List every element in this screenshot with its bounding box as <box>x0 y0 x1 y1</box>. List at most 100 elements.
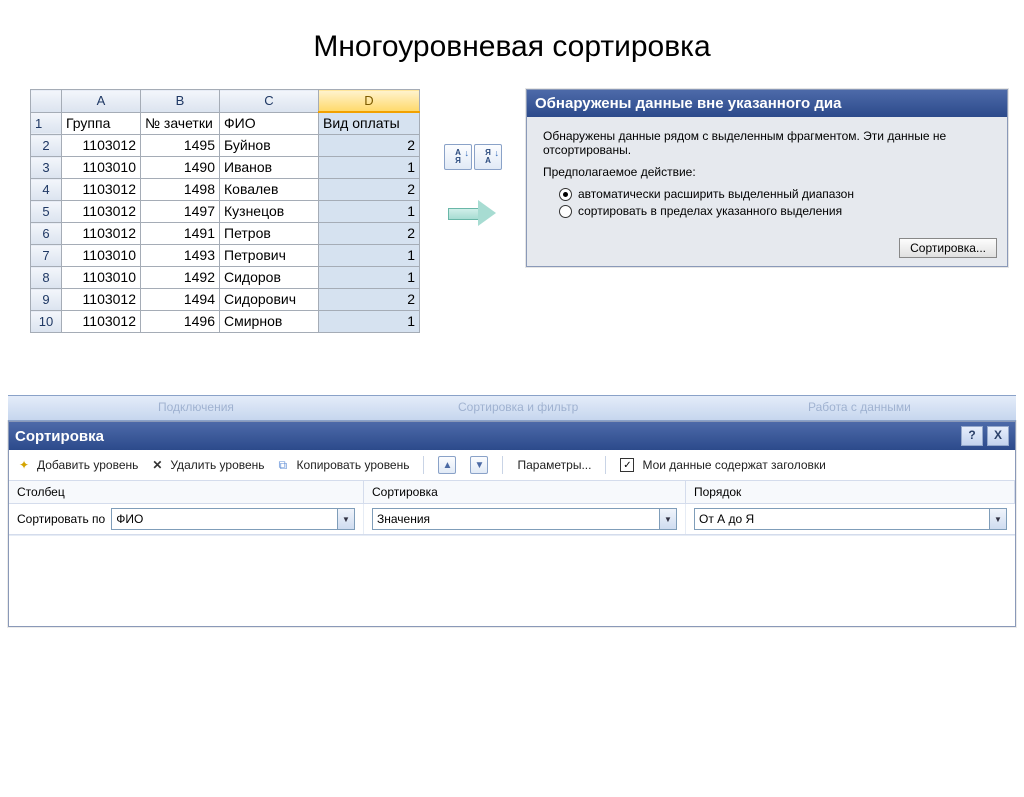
cell[interactable]: 1103010 <box>62 245 141 267</box>
cell[interactable]: Ковалев <box>220 179 319 201</box>
cell[interactable]: 1491 <box>141 223 220 245</box>
cell[interactable]: 1 <box>319 201 420 223</box>
cell[interactable]: 1103010 <box>62 267 141 289</box>
headers-checkbox[interactable]: ✓ Мои данные содержат заголовки <box>620 458 825 472</box>
combo-value: Значения <box>377 512 430 526</box>
cell[interactable]: 1103012 <box>62 223 141 245</box>
chevron-down-icon: ▼ <box>989 509 1006 529</box>
cell[interactable]: 1495 <box>141 135 220 157</box>
tool-label: Добавить уровень <box>37 458 138 472</box>
cell[interactable]: Группа <box>62 112 141 135</box>
sort-order-combo[interactable]: От А до Я ▼ <box>694 508 1007 530</box>
cell[interactable]: 1103012 <box>62 201 141 223</box>
move-down-button[interactable]: ▼ <box>470 456 488 474</box>
radio-within-selection[interactable]: сортировать в пределах указанного выделе… <box>559 204 997 218</box>
cell[interactable]: Буйнов <box>220 135 319 157</box>
radio-label: сортировать в пределах указанного выделе… <box>578 204 842 218</box>
sort-confirm-button[interactable]: Сортировка... <box>899 238 997 258</box>
cell[interactable]: 1493 <box>141 245 220 267</box>
cell[interactable]: Петров <box>220 223 319 245</box>
col-header-b[interactable]: B <box>141 90 220 113</box>
cell[interactable]: № зачетки <box>141 112 220 135</box>
sort-on-combo[interactable]: Значения ▼ <box>372 508 677 530</box>
row-header[interactable]: 4 <box>31 179 62 201</box>
cell[interactable]: 1103012 <box>62 311 141 333</box>
cell[interactable]: 1498 <box>141 179 220 201</box>
checkbox-checked-icon: ✓ <box>620 458 634 472</box>
cell[interactable]: 1 <box>319 267 420 289</box>
cell[interactable]: 2 <box>319 179 420 201</box>
cell[interactable]: 2 <box>319 289 420 311</box>
cell[interactable]: Кузнецов <box>220 201 319 223</box>
row-header[interactable]: 2 <box>31 135 62 157</box>
cell[interactable]: 1 <box>319 311 420 333</box>
col-header-d-selected[interactable]: D <box>319 90 420 113</box>
cell[interactable]: Петрович <box>220 245 319 267</box>
tool-label: Копировать уровень <box>297 458 410 472</box>
chevron-down-icon: ▼ <box>659 509 676 529</box>
cell[interactable]: 1496 <box>141 311 220 333</box>
cell[interactable]: 1 <box>319 157 420 179</box>
copy-level-button[interactable]: ⧉ Копировать уровень <box>279 458 410 472</box>
help-button[interactable]: ? <box>961 426 983 446</box>
ribbon-label: Подключения <box>158 400 234 414</box>
cell[interactable]: ФИО <box>220 112 319 135</box>
radio-label: автоматически расширить выделенный диапа… <box>578 187 854 201</box>
options-button[interactable]: Параметры... <box>517 458 591 472</box>
combo-value: От А до Я <box>699 512 754 526</box>
radio-icon <box>559 188 572 201</box>
delete-level-button[interactable]: ✕ Удалить уровень <box>152 458 264 472</box>
cell[interactable]: 2 <box>319 135 420 157</box>
spreadsheet: A B C D 1 Группа № зачетки ФИО Вид оплат… <box>30 89 420 333</box>
row-header[interactable]: 8 <box>31 267 62 289</box>
cell[interactable]: Сидоров <box>220 267 319 289</box>
cell[interactable]: Смирнов <box>220 311 319 333</box>
row-header[interactable]: 6 <box>31 223 62 245</box>
sort-asc-button[interactable]: АЯ↓ <box>444 144 472 170</box>
cell[interactable]: 1103010 <box>62 157 141 179</box>
radio-auto-expand[interactable]: автоматически расширить выделенный диапа… <box>559 187 997 201</box>
move-up-button[interactable]: ▲ <box>438 456 456 474</box>
checkbox-label: Мои данные содержат заголовки <box>642 458 825 472</box>
sort-dialog-title: Сортировка <box>15 428 104 445</box>
col-header-a[interactable]: A <box>62 90 141 113</box>
page-title: Многоуровневая сортировка <box>0 30 1024 64</box>
cell[interactable]: 2 <box>319 223 420 245</box>
arrow-right-icon <box>448 200 498 226</box>
ribbon-label: Работа с данными <box>808 400 911 414</box>
row-header[interactable]: 10 <box>31 311 62 333</box>
add-level-button[interactable]: ✦ Добавить уровень <box>19 458 138 472</box>
cell[interactable]: 1103012 <box>62 179 141 201</box>
chevron-down-icon: ▼ <box>337 509 354 529</box>
cell[interactable]: 1497 <box>141 201 220 223</box>
sort-dialog: Сортировка ? X ✦ Добавить уровень ✕ Удал… <box>8 421 1016 627</box>
row-header[interactable]: 9 <box>31 289 62 311</box>
sort-by-label: Сортировать по <box>17 512 105 526</box>
sort-desc-button[interactable]: ЯА↓ <box>474 144 502 170</box>
col-header-c[interactable]: C <box>220 90 319 113</box>
cell[interactable]: 1103012 <box>62 135 141 157</box>
tool-label: Удалить уровень <box>170 458 264 472</box>
warning-action-label: Предполагаемое действие: <box>543 165 997 179</box>
cell[interactable]: Вид оплаты <box>319 112 420 135</box>
cell[interactable]: Сидорович <box>220 289 319 311</box>
sort-field-combo[interactable]: ФИО ▼ <box>111 508 355 530</box>
warning-text: Обнаружены данные рядом с выделенным фра… <box>543 129 997 157</box>
corner-cell[interactable] <box>31 90 62 113</box>
add-level-icon: ✦ <box>19 458 33 472</box>
row-header[interactable]: 1 <box>31 112 62 135</box>
cell[interactable]: 1494 <box>141 289 220 311</box>
copy-level-icon: ⧉ <box>279 458 293 472</box>
close-button[interactable]: X <box>987 426 1009 446</box>
cell[interactable]: 1103012 <box>62 289 141 311</box>
cell[interactable]: Иванов <box>220 157 319 179</box>
row-header[interactable]: 7 <box>31 245 62 267</box>
row-header[interactable]: 5 <box>31 201 62 223</box>
cell[interactable]: 1 <box>319 245 420 267</box>
radio-icon <box>559 205 572 218</box>
cell[interactable]: 1490 <box>141 157 220 179</box>
cell[interactable]: 1492 <box>141 267 220 289</box>
warning-title: Обнаружены данные вне указанного диа <box>527 90 1007 117</box>
ribbon-section-labels: Подключения Сортировка и фильтр Работа с… <box>8 395 1016 421</box>
row-header[interactable]: 3 <box>31 157 62 179</box>
